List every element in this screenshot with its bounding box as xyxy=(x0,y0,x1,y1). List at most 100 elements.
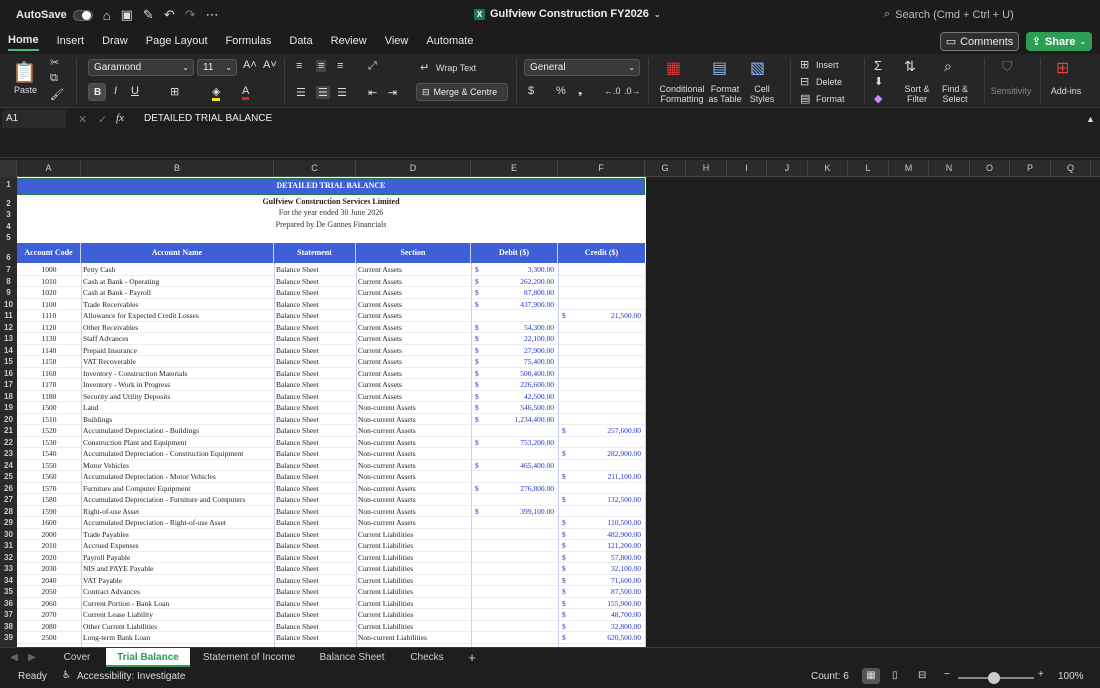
cell-section[interactable]: Current Assets xyxy=(358,380,470,389)
cell-section[interactable]: Non-current Assets xyxy=(358,426,470,435)
cell-credit[interactable]: 32,800.00 xyxy=(570,622,641,631)
cell-section[interactable]: Current Assets xyxy=(358,311,470,320)
row-header[interactable]: 6 xyxy=(0,253,17,262)
decrease-font-icon[interactable]: A˅ xyxy=(263,59,277,71)
cell-credit[interactable]: 257,600.00 xyxy=(570,426,641,435)
cell-debit[interactable]: 75,400.00 xyxy=(483,357,554,366)
header-statement[interactable]: Statement xyxy=(274,243,356,263)
cell-name[interactable]: Cash at Bank - Operating xyxy=(83,277,273,286)
column-header-m[interactable]: M xyxy=(889,160,929,177)
addins-button[interactable]: Add-ins xyxy=(1046,86,1086,96)
cell-debit[interactable]: 27,900.00 xyxy=(483,346,554,355)
cell-code[interactable]: 1540 xyxy=(17,449,81,458)
cell-section[interactable]: Current Assets xyxy=(358,369,470,378)
row-header[interactable]: 14 xyxy=(0,346,17,355)
bold-button[interactable]: B xyxy=(88,83,106,101)
comma-style-icon[interactable]: ❟ xyxy=(578,85,582,98)
cell-name[interactable]: Staff Advances xyxy=(83,334,273,343)
cell-section[interactable]: Current Liabilities xyxy=(358,553,470,562)
cell-code[interactable]: 1020 xyxy=(17,288,81,297)
accessibility-icon[interactable]: ♿ xyxy=(62,670,71,681)
header-account-name[interactable]: Account Name xyxy=(81,243,274,263)
cell-credit[interactable]: 121,200.00 xyxy=(570,541,641,550)
row-header[interactable]: 5 xyxy=(0,233,17,242)
cell-name[interactable]: Cash at Bank - Payroll xyxy=(83,288,273,297)
cell-section[interactable]: Current Assets xyxy=(358,346,470,355)
find-select-icon[interactable]: ⌕ xyxy=(944,58,952,75)
edit-icon[interactable]: ✎ xyxy=(143,7,154,23)
cell-code[interactable]: 1010 xyxy=(17,277,81,286)
cell-statement[interactable]: Balance Sheet xyxy=(276,369,356,378)
sheet-tab-checks[interactable]: Checks xyxy=(400,648,454,667)
column-header-q[interactable]: Q xyxy=(1051,160,1091,177)
font-color-icon[interactable]: A xyxy=(242,85,250,100)
cell-credit[interactable]: 57,800.00 xyxy=(570,553,641,562)
column-header-n[interactable]: N xyxy=(929,160,970,177)
cell-statement[interactable]: Balance Sheet xyxy=(276,277,356,286)
header-credit[interactable]: Credit ($) xyxy=(558,243,645,263)
cell-credit[interactable]: 132,500.00 xyxy=(570,495,641,504)
wrap-text-button[interactable]: Wrap Text xyxy=(436,63,476,73)
cell-debit[interactable]: 87,800.00 xyxy=(483,288,554,297)
tab-view[interactable]: View xyxy=(385,35,409,50)
format-as-table-button[interactable]: Format as Table xyxy=(706,84,744,104)
row-header[interactable]: 10 xyxy=(0,300,17,309)
cell-name[interactable]: Inventory - Construction Materials xyxy=(83,369,273,378)
row-header[interactable]: 28 xyxy=(0,507,17,516)
decrease-indent-icon[interactable]: ⇤ xyxy=(368,86,377,99)
cell-statement[interactable]: Balance Sheet xyxy=(276,495,356,504)
fx-icon[interactable]: fx xyxy=(116,112,124,124)
cell-name[interactable]: Accumulated Depreciation - Right-of-use … xyxy=(83,518,273,527)
cell-statement[interactable]: Balance Sheet xyxy=(276,288,356,297)
cell-credit[interactable]: 482,900.00 xyxy=(570,530,641,539)
zoom-out-icon[interactable]: − xyxy=(944,669,950,680)
align-middle-icon[interactable]: ≡ xyxy=(316,60,327,72)
confirm-icon[interactable]: ✓ xyxy=(98,113,107,126)
cell-code[interactable]: 1510 xyxy=(17,415,81,424)
column-header-f[interactable]: F xyxy=(558,160,645,177)
cell-code[interactable]: 1560 xyxy=(17,472,81,481)
header-account-code[interactable]: Account Code xyxy=(17,243,81,263)
cell-section[interactable]: Non-current Assets xyxy=(358,507,470,516)
more-icon[interactable]: ⋯ xyxy=(206,7,219,23)
cell-section[interactable]: Non-current Assets xyxy=(358,472,470,481)
cell-section[interactable]: Current Liabilities xyxy=(358,622,470,631)
row-header[interactable]: 25 xyxy=(0,472,17,481)
sort-filter-button[interactable]: Sort & Filter xyxy=(900,84,934,104)
cell-statement[interactable]: Balance Sheet xyxy=(276,541,356,550)
cell-statement[interactable]: Balance Sheet xyxy=(276,403,356,412)
cell-name[interactable]: Accrued Expenses xyxy=(83,541,273,550)
cell-name[interactable]: Contract Advances xyxy=(83,587,273,596)
row-header[interactable]: 17 xyxy=(0,380,17,389)
delete-cells-button[interactable]: Delete xyxy=(816,77,842,87)
cell-section[interactable]: Current Assets xyxy=(358,334,470,343)
fill-icon[interactable]: ⬇ xyxy=(874,75,883,88)
orientation-icon[interactable]: ⤢ xyxy=(368,60,377,73)
cell-credit[interactable]: 155,900.00 xyxy=(570,599,641,608)
cell-code[interactable]: 1180 xyxy=(17,392,81,401)
cell-name[interactable]: Other Receivables xyxy=(83,323,273,332)
cell-debit[interactable]: 753,200.00 xyxy=(483,438,554,447)
row-header[interactable]: 7 xyxy=(0,265,17,274)
cell-section[interactable]: Current Assets xyxy=(358,357,470,366)
cell-name[interactable]: Construction Plant and Equipment xyxy=(83,438,273,447)
row-header[interactable]: 37 xyxy=(0,610,17,619)
cancel-icon[interactable]: ✕ xyxy=(78,113,87,126)
sort-filter-icon[interactable]: ⇅ xyxy=(904,58,916,75)
home-icon[interactable]: ⌂ xyxy=(103,8,111,23)
cell-code[interactable]: 1140 xyxy=(17,346,81,355)
fill-color-icon[interactable]: ◈ xyxy=(212,85,221,101)
cell-styles-button[interactable]: Cell Styles xyxy=(748,84,776,104)
cell-section[interactable]: Current Assets xyxy=(358,323,470,332)
cell-section[interactable]: Current Liabilities xyxy=(358,599,470,608)
cell-code[interactable]: 2070 xyxy=(17,610,81,619)
row-header[interactable]: 38 xyxy=(0,622,17,631)
cell-name[interactable]: Current Lease Liability xyxy=(83,610,273,619)
cell-name[interactable]: VAT Payable xyxy=(83,576,273,585)
row-header[interactable]: 4 xyxy=(0,222,17,231)
cell-statement[interactable]: Balance Sheet xyxy=(276,334,356,343)
insert-cells-button[interactable]: Insert xyxy=(816,60,839,70)
cell-debit[interactable]: 1,234,400.00 xyxy=(483,415,554,424)
row-header[interactable]: 9 xyxy=(0,288,17,297)
italic-button[interactable]: I xyxy=(114,85,117,97)
